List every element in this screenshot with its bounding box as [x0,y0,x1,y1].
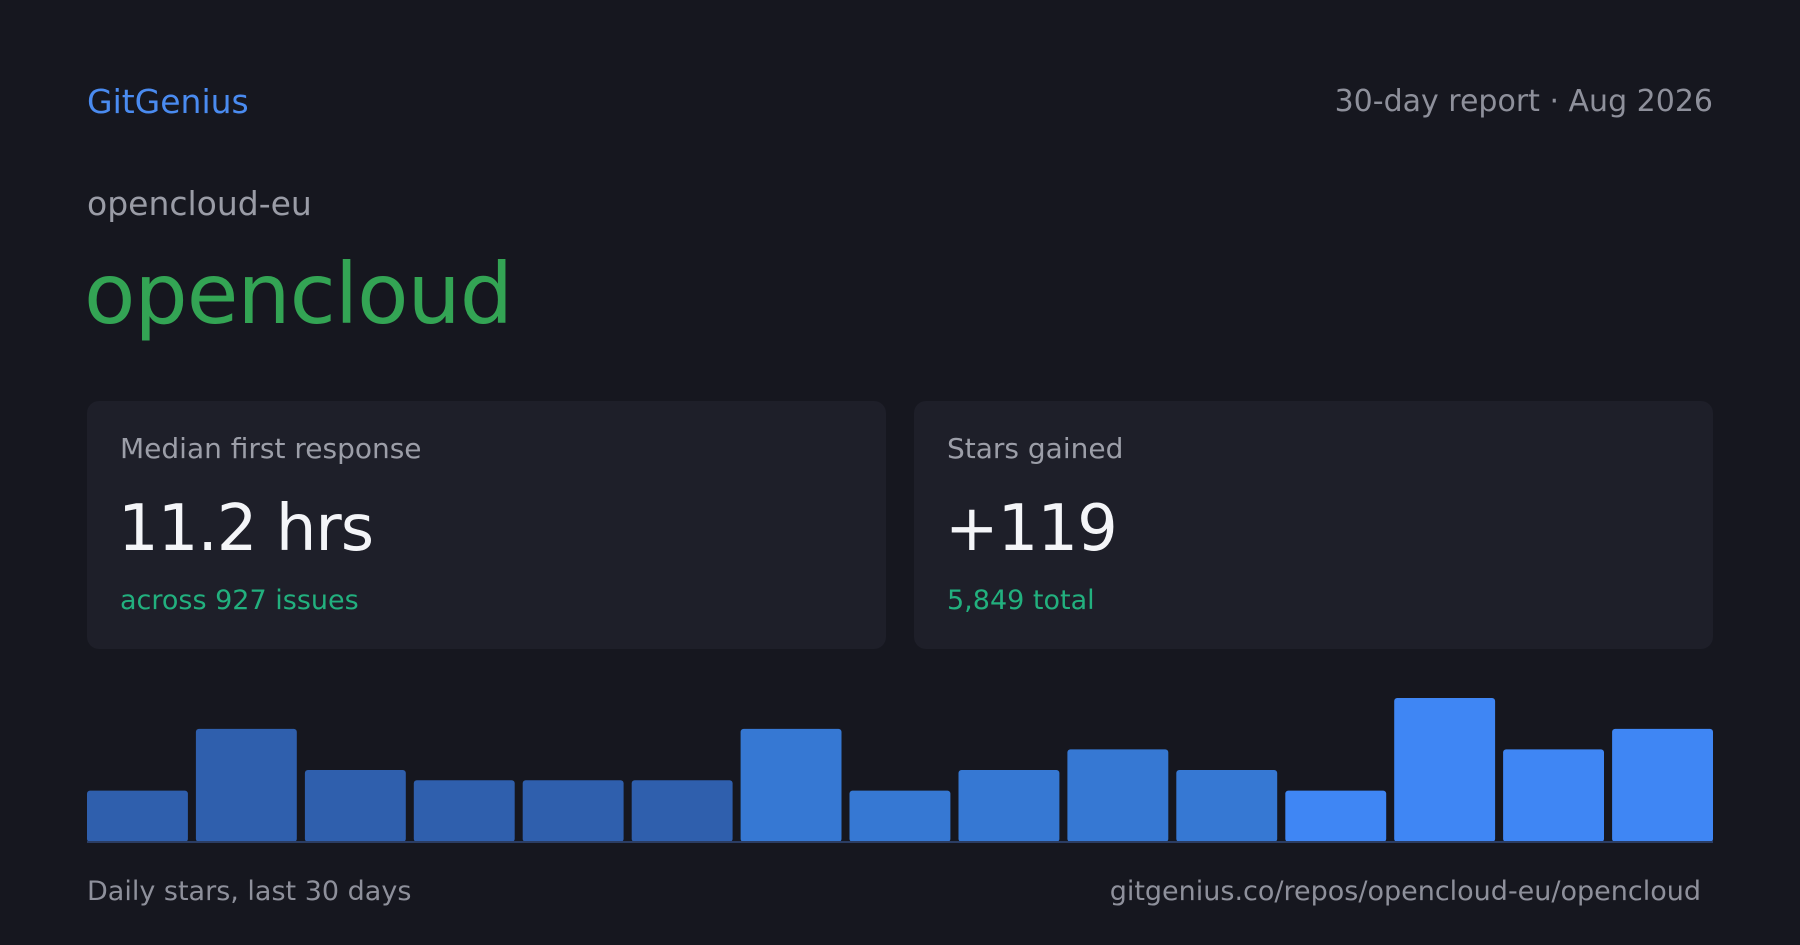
report-period: 30-day report · Aug 2026 [1334,84,1713,119]
stars-gained-value: +119 [945,492,1118,566]
bar-day-12 [1285,790,1387,842]
bar-day-10 [1067,749,1169,842]
bar-day-8 [849,790,951,842]
stars-total-subtext: 5,849 total [947,585,1095,616]
bar-day-9 [958,770,1060,842]
bar-day-1 [87,790,188,842]
bar-day-3 [304,770,406,842]
bar-day-13 [1394,698,1496,842]
stars-gained-card: Stars gained +119 5,849 total [914,401,1713,649]
bar-day-7 [740,728,842,842]
bar-day-14 [1503,749,1604,842]
bar-day-15 [1612,728,1713,842]
stars-gained-label: Stars gained [947,432,1124,465]
bar-day-11 [1176,770,1278,842]
bar-day-5 [522,780,624,842]
median-response-card: Median first response 11.2 hrs across 92… [87,401,886,649]
median-response-subtext: across 927 issues [120,585,359,616]
bar-day-4 [413,780,515,842]
median-response-value: 11.2 hrs [118,492,374,566]
daily-stars-chart [87,698,1713,843]
repo-owner[interactable]: opencloud-eu [87,182,312,226]
median-response-label: Median first response [120,432,422,465]
brand-logo[interactable]: GitGenius [87,80,249,124]
bar-day-6 [631,780,733,842]
chart-caption: Daily stars, last 30 days [87,876,412,907]
repo-url[interactable]: gitgenius.co/repos/opencloud-eu/openclou… [1110,872,1701,912]
repo-name[interactable]: opencloud [84,244,513,344]
bar-day-2 [195,728,297,842]
